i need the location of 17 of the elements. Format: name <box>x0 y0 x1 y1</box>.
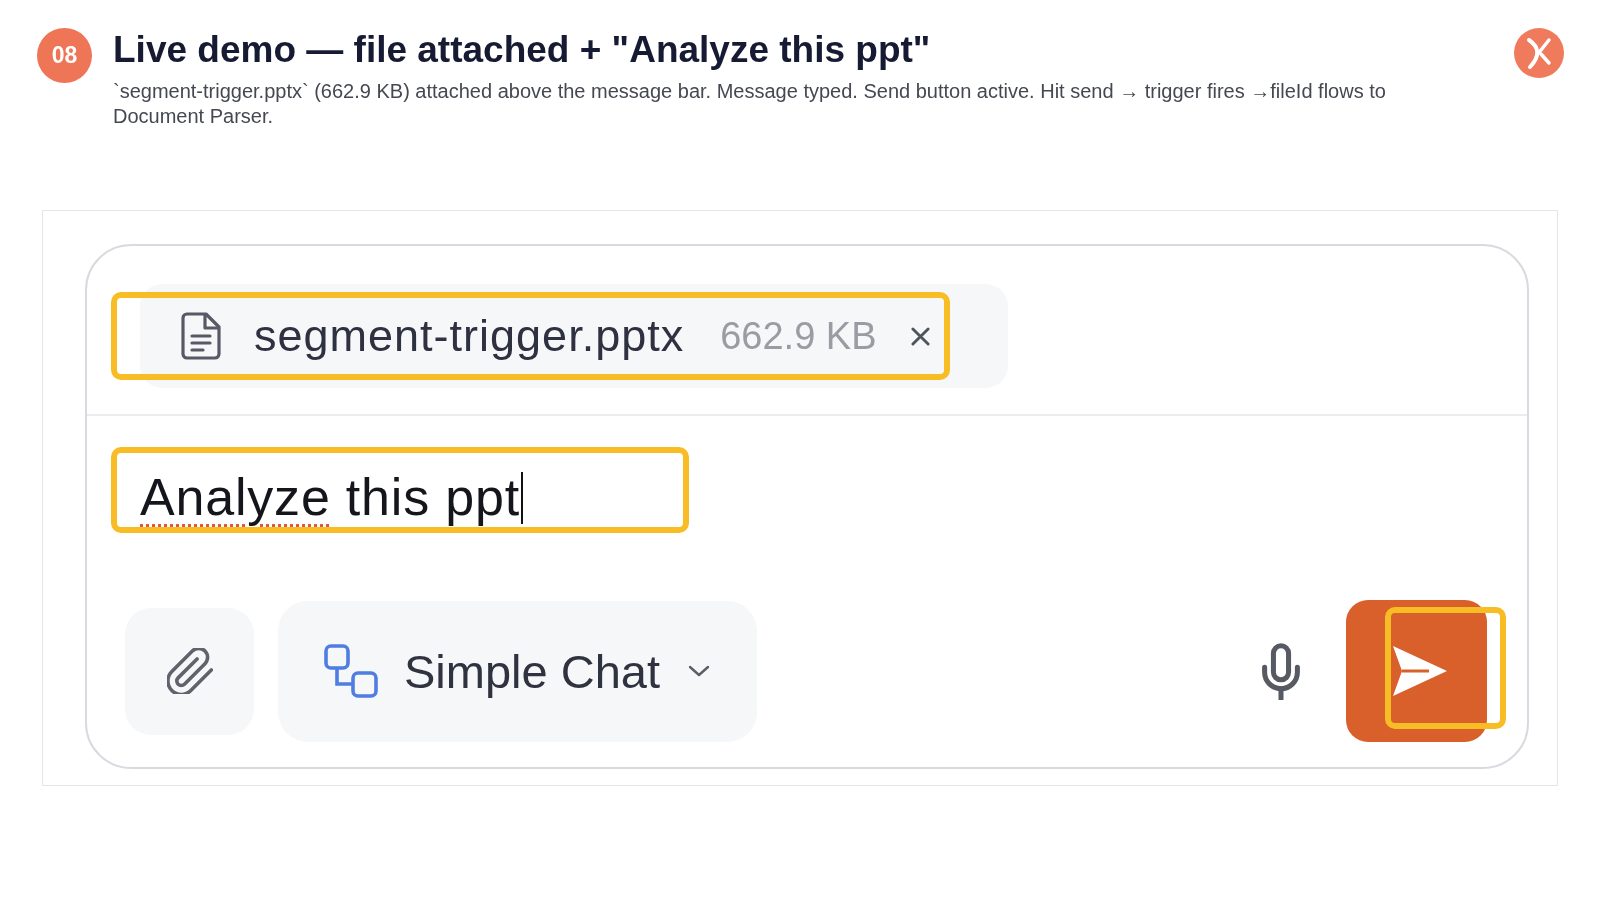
slide-title: Live demo — file attached + "Analyze this ppt" <box>113 29 932 71</box>
workflow-icon <box>324 644 378 698</box>
attach-button[interactable] <box>125 607 254 735</box>
document-icon <box>181 312 221 360</box>
microphone-icon[interactable] <box>1260 642 1302 700</box>
paperclip-icon <box>166 648 213 694</box>
step-number-badge: 08 <box>37 28 92 83</box>
send-icon <box>1393 646 1447 696</box>
file-name: segment-trigger.pptx <box>254 310 685 362</box>
slide-description: `segment-trigger.pptx` (662.9 KB) attached above the message bar. Message typed. Send button active. Hit send → trigger fires →fileId flows to Document Parser. <box>113 79 1387 129</box>
logo-icon <box>1514 28 1564 78</box>
chevron-down-icon <box>688 665 710 677</box>
mode-dropdown[interactable]: Simple Chat <box>278 600 757 742</box>
message-input[interactable]: Analyze this ppt <box>130 467 1489 527</box>
close-icon[interactable] <box>910 326 930 346</box>
send-button[interactable] <box>1346 600 1487 742</box>
file-size: 662.9 KB <box>720 314 877 358</box>
